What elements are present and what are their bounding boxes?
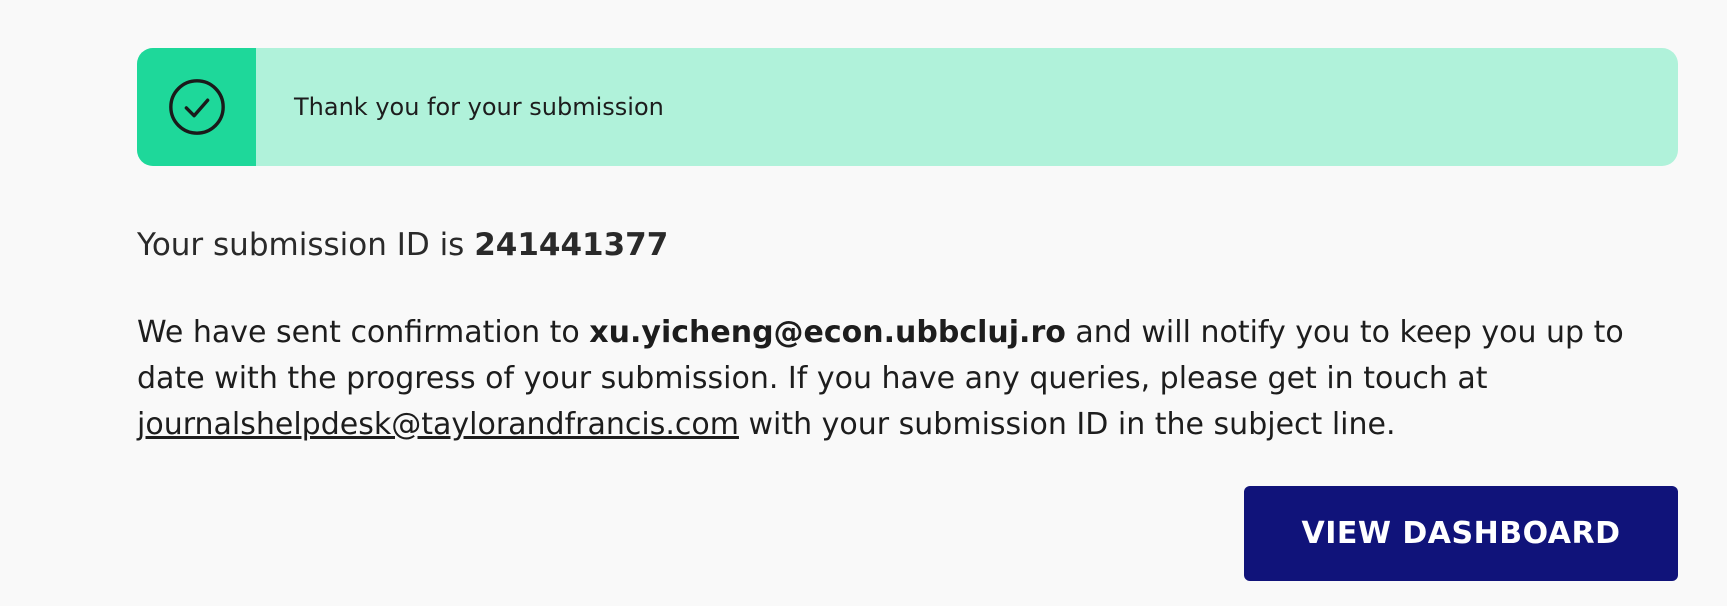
confirmation-text-before: We have sent confirmation to xyxy=(137,315,590,350)
submission-confirmation-page: Thank you for your submission Your submi… xyxy=(0,0,1727,606)
submission-id-line: Your submission ID is 241441377 xyxy=(137,227,668,263)
submission-id-value: 241441377 xyxy=(474,227,669,263)
success-icon-box xyxy=(137,48,256,166)
confirmation-email: xu.yicheng@econ.ubbcluj.ro xyxy=(589,315,1066,350)
check-circle-icon xyxy=(168,79,225,135)
success-banner: Thank you for your submission xyxy=(137,48,1678,166)
view-dashboard-button[interactable]: VIEW DASHBOARD xyxy=(1244,486,1678,581)
submission-id-label: Your submission ID is xyxy=(137,227,475,263)
banner-message: Thank you for your submission xyxy=(294,93,664,121)
confirmation-text-end: with your submission ID in the subject l… xyxy=(738,407,1396,442)
confirmation-message: We have sent confirmation to xu.yicheng@… xyxy=(137,310,1697,448)
helpdesk-email-link[interactable]: journalshelpdesk@taylorandfrancis.com xyxy=(137,407,739,442)
